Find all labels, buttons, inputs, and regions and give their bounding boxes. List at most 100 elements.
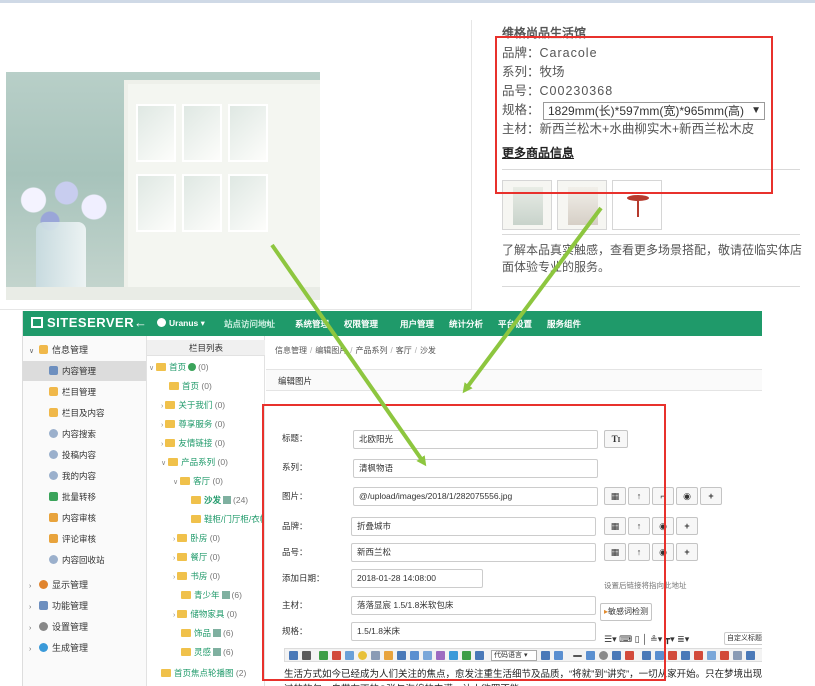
sidebar-section-settings[interactable]: › 设置管理 <box>29 617 152 637</box>
folder-icon <box>165 401 176 409</box>
tree-node-label: 卧房 <box>190 533 208 543</box>
nav-site-url-caret[interactable]: ▾ <box>266 318 270 329</box>
nav-services[interactable]: 服务组件 <box>547 318 581 330</box>
tree-node[interactable]: › 书房 (0) <box>173 567 220 585</box>
sidebar-item-channel[interactable]: 栏目管理 <box>23 382 146 402</box>
arrow-left-icon[interactable]: ← <box>134 315 147 330</box>
tree-node[interactable]: 饰品 (6) <box>181 624 233 642</box>
eye-icon[interactable]: ◉ <box>676 487 698 505</box>
sidebar-item-recycle[interactable]: 内容回收站 <box>23 550 146 570</box>
tree-node[interactable]: 鞋柜/门厅柜/衣帽 <box>191 510 263 528</box>
tree-node-count: (0) <box>217 457 228 467</box>
breadcrumb-item[interactable]: 沙发 <box>420 346 436 355</box>
chevron-right-icon: › <box>29 646 32 653</box>
sidebar-item-my-content[interactable]: 我的内容 <box>23 466 146 486</box>
sidebar-item-contribute[interactable]: 投稿内容 <box>23 445 146 465</box>
tree-node[interactable]: 首页焦点轮播图 (2) <box>161 664 246 682</box>
sidebar-item-content[interactable]: 内容管理 <box>23 361 146 381</box>
site-switcher[interactable]: Uranus ▾ <box>157 318 205 329</box>
breadcrumb: 信息管理 / 编辑图片 / 产品系列 / 客厅 / 沙发 <box>275 345 436 356</box>
sidebar-section-function[interactable]: › 功能管理 <box>29 596 152 616</box>
cabinet-pane <box>228 174 268 232</box>
tree-node-label: 客厅 <box>193 476 211 486</box>
tree-node[interactable]: ∨ 产品系列 (0) <box>161 453 228 471</box>
chevron-right-icon: › <box>161 422 164 429</box>
nav-permission[interactable]: 权限管理 <box>344 318 378 330</box>
breadcrumb-separator: / <box>350 346 353 355</box>
chevron-right-icon: › <box>173 536 176 543</box>
folder-icon <box>181 629 191 637</box>
globe-icon <box>39 643 48 652</box>
nav-system[interactable]: 系统管理 <box>295 318 329 330</box>
sidebar-section-label: 显示管理 <box>52 580 89 590</box>
plus-icon[interactable]: + <box>676 517 698 535</box>
sidebar-item-label: 栏目管理 <box>62 387 97 397</box>
sidebar-item-label: 我的内容 <box>62 471 97 481</box>
tree-node-label: 书房 <box>190 571 208 581</box>
sidebar-section-label: 功能管理 <box>52 601 89 611</box>
sidebar-section-display[interactable]: › 显示管理 <box>29 575 152 595</box>
cabinet-pane <box>136 104 176 162</box>
tree-node-count: (6) <box>223 647 234 657</box>
siteserver-logo[interactable]: SITESERVER <box>31 315 134 330</box>
nav-statistics[interactable]: 统计分析 <box>449 318 483 330</box>
sidebar-item-audit[interactable]: 内容审核 <box>23 508 146 528</box>
breadcrumb-item[interactable]: 编辑图片 <box>315 346 347 355</box>
sidebar-section-info[interactable]: ∨ 信息管理 <box>29 340 152 360</box>
cell-icon[interactable] <box>733 651 742 660</box>
breadcrumb-item[interactable]: 客厅 <box>396 346 412 355</box>
sidebar-item-label: 内容审核 <box>62 513 97 523</box>
delete-table-icon[interactable] <box>746 651 755 660</box>
tree-node[interactable]: ∨ 首页 (0) <box>149 358 209 376</box>
tree-node[interactable]: › 餐厅 (0) <box>173 548 220 566</box>
plus-icon[interactable]: + <box>676 543 698 561</box>
tree-node[interactable]: 首页 (0) <box>169 377 212 395</box>
tree-node-label: 饰品 <box>194 628 212 638</box>
tree-node-label: 沙发 <box>204 495 222 505</box>
shield-icon <box>49 534 58 543</box>
tree-node[interactable]: 灵感 (6) <box>181 643 233 661</box>
plus-icon[interactable]: + <box>700 487 722 505</box>
row-delete-icon[interactable] <box>668 651 677 660</box>
page-top-border <box>0 0 815 3</box>
tree-node[interactable]: › 关于我们 (0) <box>161 396 225 414</box>
tree-node[interactable]: › 卧房 (0) <box>173 529 220 547</box>
folder-icon <box>177 610 188 618</box>
sidebar-item-batch-move[interactable]: 批量转移 <box>23 487 146 507</box>
sidebar-item-search[interactable]: 内容搜索 <box>23 424 146 444</box>
sidebar-item-channel-content[interactable]: 栏目及内容 <box>23 403 146 423</box>
top-navbar: SITESERVER ← Uranus ▾ 站点访问地址 ▾ 系统管理 权限管理… <box>23 311 762 336</box>
column-icon[interactable] <box>681 651 690 660</box>
tree-node-label: 鞋柜/门厅柜/衣帽 <box>204 514 263 524</box>
merge-icon[interactable] <box>707 651 716 660</box>
chevron-right-icon: › <box>29 625 32 632</box>
tree-node[interactable]: ∨ 客厅 (0) <box>173 472 223 490</box>
content-icon <box>49 366 58 375</box>
tree-node-count: (0) <box>209 571 221 581</box>
folder-icon <box>181 648 191 656</box>
brand-name: SITESERVER <box>47 315 135 330</box>
product-photo[interactable] <box>6 72 320 300</box>
folder-icon <box>161 669 171 677</box>
tree-node[interactable]: 沙发 (24) <box>191 491 248 509</box>
split-icon[interactable] <box>720 651 729 660</box>
tree-node-count: (2) <box>235 668 247 678</box>
custom-title-select[interactable]: 自定义标题 <box>724 632 762 645</box>
sidebar-section-generate[interactable]: › 生成管理 <box>29 638 152 658</box>
nav-platform[interactable]: 平台设置 <box>498 318 532 330</box>
nav-users[interactable]: 用户管理 <box>400 318 434 330</box>
column-delete-icon[interactable] <box>694 651 703 660</box>
breadcrumb-separator: / <box>390 346 393 355</box>
tree-node[interactable]: 青少年 (6) <box>181 586 242 604</box>
tree-node-label: 储物家具 <box>190 609 225 619</box>
move-icon <box>49 492 58 501</box>
sidebar-item-comment-audit[interactable]: 评论审核 <box>23 529 146 549</box>
tree-node[interactable]: › 尊享服务 (0) <box>161 415 225 433</box>
breadcrumb-item[interactable]: 信息管理 <box>275 346 307 355</box>
tree-node[interactable]: › 友情链接 (0) <box>161 434 225 452</box>
tree-node[interactable]: › 储物家具 (0) <box>173 605 237 623</box>
sidebar-section-label: 生成管理 <box>52 643 89 653</box>
channel-content-icon <box>49 408 58 417</box>
shield-icon <box>49 513 58 522</box>
breadcrumb-item[interactable]: 产品系列 <box>355 346 387 355</box>
